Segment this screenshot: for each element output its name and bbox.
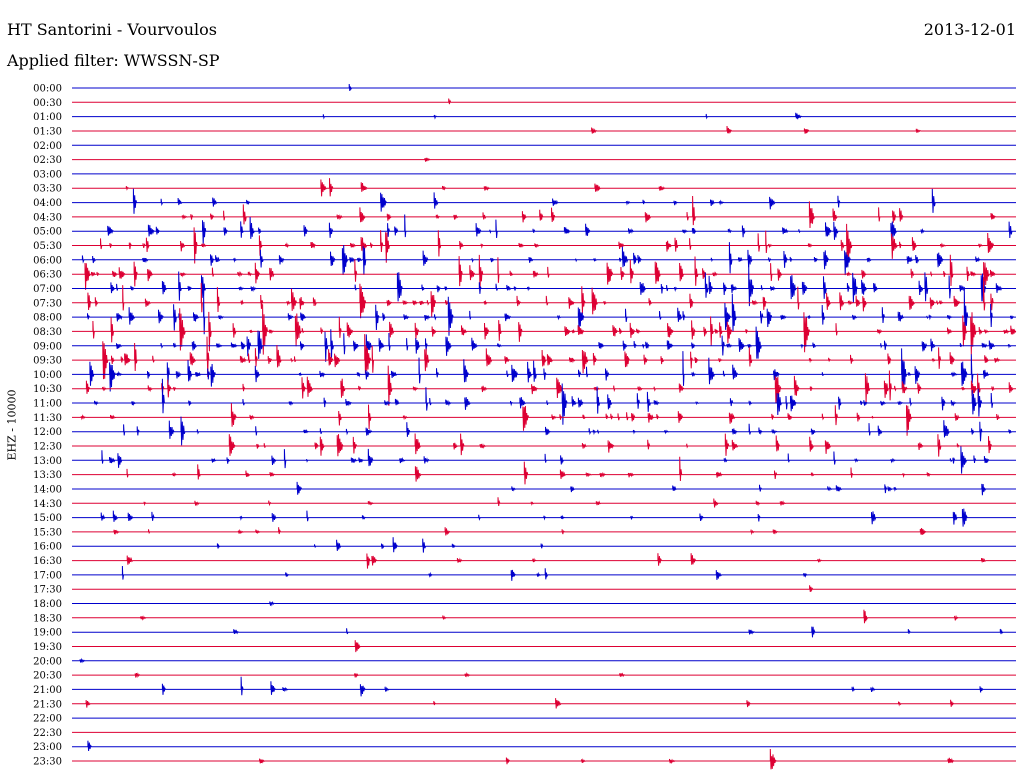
time-label: 16:00 xyxy=(33,542,62,553)
time-label: 18:30 xyxy=(33,613,62,624)
time-label: 04:30 xyxy=(33,212,62,223)
time-label: 15:30 xyxy=(33,527,62,538)
time-label: 09:30 xyxy=(33,356,62,367)
trace-line xyxy=(72,403,1016,436)
trace-line xyxy=(72,242,1016,276)
time-label: 05:30 xyxy=(33,241,62,252)
trace-line xyxy=(72,676,1016,697)
trace-line xyxy=(72,125,1016,134)
time-label: 09:00 xyxy=(33,341,62,352)
time-label: 03:30 xyxy=(33,184,62,195)
trace-line xyxy=(72,178,1016,197)
time-label: 19:30 xyxy=(33,642,62,653)
trace-line xyxy=(72,585,1016,593)
trace-line xyxy=(72,497,1016,508)
time-label: 19:00 xyxy=(33,628,62,639)
trace-line xyxy=(72,698,1016,709)
time-label: 14:00 xyxy=(33,484,62,495)
time-label: 10:00 xyxy=(33,370,62,381)
trace-line xyxy=(72,112,1016,120)
time-label: 08:30 xyxy=(33,327,62,338)
trace-line xyxy=(72,527,1016,536)
time-label: 17:30 xyxy=(33,585,62,596)
trace-line xyxy=(72,433,1016,457)
trace-line xyxy=(72,188,1016,214)
trace-line xyxy=(72,304,1017,355)
time-label: 08:00 xyxy=(33,313,62,324)
time-label: 02:30 xyxy=(33,155,62,166)
time-label: 13:00 xyxy=(33,456,62,467)
time-label: 22:00 xyxy=(33,714,62,725)
trace-line xyxy=(72,671,1016,679)
time-label: 14:30 xyxy=(33,499,62,510)
trace-line xyxy=(72,348,1016,392)
time-label: 12:00 xyxy=(33,427,62,438)
time-label: 01:30 xyxy=(33,126,62,137)
trace-line xyxy=(72,565,1016,581)
time-label: 15:00 xyxy=(33,513,62,524)
trace-line xyxy=(72,626,1016,638)
time-label: 11:30 xyxy=(33,413,62,424)
time-label: 20:30 xyxy=(33,671,62,682)
trace-line xyxy=(72,657,1016,664)
time-label: 06:30 xyxy=(33,270,62,281)
time-label: 03:00 xyxy=(33,169,62,180)
trace-line xyxy=(72,214,1016,245)
trace-line xyxy=(72,157,1016,162)
time-labels: 00:00 00:30 01:00 01:30 02:00 02:30 03:00 03:30… xyxy=(33,84,62,768)
trace-line xyxy=(72,748,1016,770)
time-label: 18:00 xyxy=(33,599,62,610)
trace-line xyxy=(72,609,1016,624)
trace-line xyxy=(72,446,1016,474)
trace-line xyxy=(72,740,1016,752)
trace-line xyxy=(72,601,1016,607)
time-label: 01:00 xyxy=(33,112,62,123)
time-label: 23:00 xyxy=(33,742,62,753)
trace-lines xyxy=(72,83,1017,770)
trace-line xyxy=(72,264,1016,307)
time-label: 13:30 xyxy=(33,470,62,481)
time-label: 00:00 xyxy=(33,84,62,95)
trace-line xyxy=(72,98,1016,105)
time-label: 05:00 xyxy=(33,227,62,238)
time-label: 10:30 xyxy=(33,384,62,395)
time-label: 12:30 xyxy=(33,442,62,453)
trace-line xyxy=(72,537,1016,553)
time-label: 04:00 xyxy=(33,198,62,209)
trace-line xyxy=(72,287,1016,336)
trace-line xyxy=(72,553,1016,569)
time-label: 23:30 xyxy=(33,757,62,768)
trace-line xyxy=(72,508,1016,527)
trace-line xyxy=(72,277,1016,319)
time-label: 16:30 xyxy=(33,556,62,567)
time-label: 17:00 xyxy=(33,570,62,581)
time-label: 02:00 xyxy=(33,141,62,152)
time-label: 22:30 xyxy=(33,728,62,739)
trace-line xyxy=(72,416,1016,446)
trace-line xyxy=(72,481,1016,496)
time-label: 07:30 xyxy=(33,298,62,309)
trace-line xyxy=(72,640,1016,653)
trace-line xyxy=(72,83,1016,91)
time-label: 07:00 xyxy=(33,284,62,295)
time-label: 00:30 xyxy=(33,98,62,109)
time-label: 06:00 xyxy=(33,255,62,266)
time-label: 11:00 xyxy=(33,399,62,410)
helicorder-plot: 00:00 00:30 01:00 01:30 02:00 02:30 03:00 03:30… xyxy=(33,83,1017,770)
time-label: 21:30 xyxy=(33,699,62,710)
time-label: 20:00 xyxy=(33,656,62,667)
time-label: 21:00 xyxy=(33,685,62,696)
